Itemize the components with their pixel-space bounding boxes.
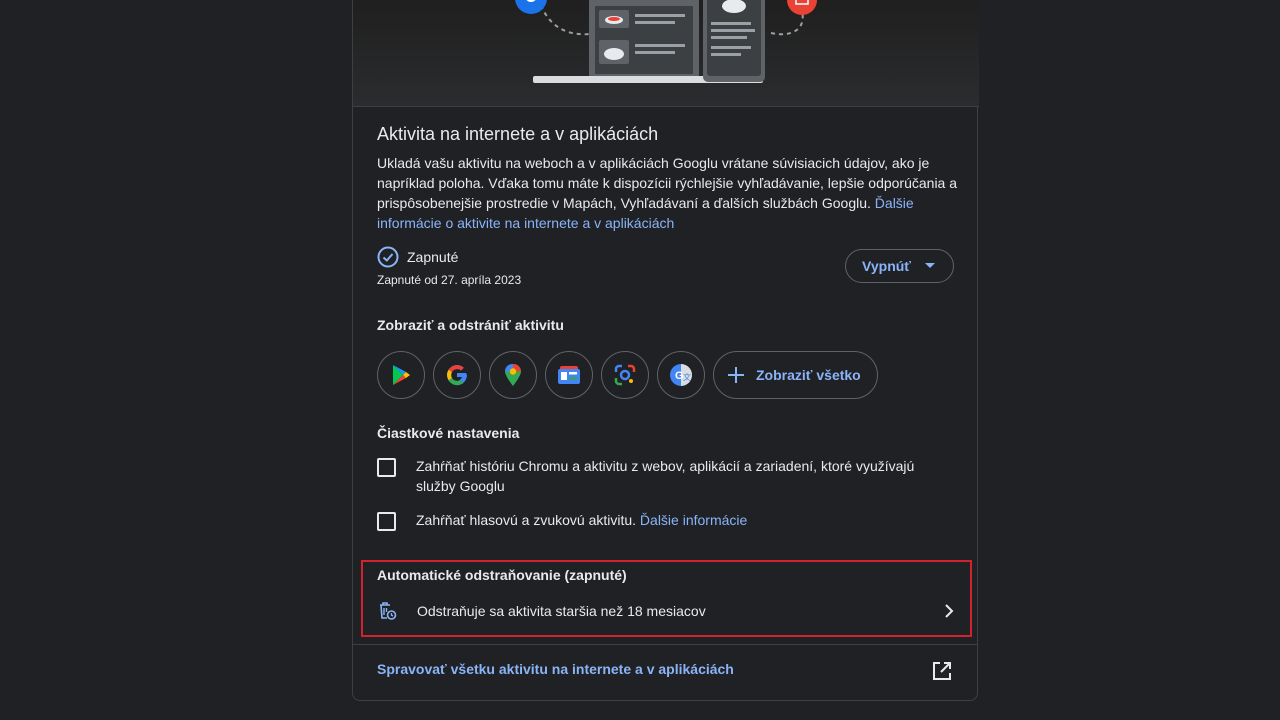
manage-activity-link[interactable]: Spravovať všetku aktivitu na internete a… — [377, 661, 734, 677]
app-list: G 文 Zobraziť všetko — [377, 351, 878, 399]
google-search-button[interactable] — [433, 351, 481, 399]
view-all-button[interactable]: Zobraziť všetko — [713, 351, 878, 399]
auto-delete-description: Odstraňuje sa aktivita staršia než 18 me… — [417, 603, 706, 619]
audio-activity-setting: Zahŕňať hlasovú a zvukovú aktivitu. Ďalš… — [377, 510, 937, 531]
news-bubble-icon — [787, 0, 817, 15]
audio-activity-label: Zahŕňať hlasovú a zvukovú aktivitu. — [416, 512, 637, 528]
hero-illustration — [353, 0, 979, 107]
check-circle-icon — [377, 246, 399, 268]
news-button[interactable] — [545, 351, 593, 399]
status-since: Zapnuté od 27. apríla 2023 — [377, 273, 522, 287]
plus-icon — [728, 367, 744, 383]
maps-icon — [505, 364, 521, 386]
activity-section-title: Zobraziť a odstrániť aktivitu — [377, 317, 564, 333]
chrome-history-setting: Zahŕňať históriu Chromu a aktivitu z web… — [377, 456, 937, 496]
auto-delete-title: Automatické odstraňovanie (zapnuté) — [377, 567, 627, 583]
auto-delete-icon — [380, 602, 397, 620]
chrome-history-label: Zahŕňať históriu Chromu a aktivitu z web… — [416, 458, 915, 494]
status-label: Zapnuté — [407, 249, 459, 265]
dropdown-arrow-icon — [925, 263, 935, 268]
open-in-new-icon[interactable] — [931, 660, 953, 682]
devices-illustration — [515, 0, 817, 83]
news-icon — [558, 366, 580, 384]
turn-off-button[interactable]: Vypnúť — [845, 249, 954, 283]
sub-settings-title: Čiastkové nastavenia — [377, 425, 520, 441]
svg-text:文: 文 — [683, 372, 691, 382]
search-bubble-icon — [515, 0, 547, 14]
chevron-right-icon — [945, 604, 954, 618]
view-all-label: Zobraziť všetko — [756, 367, 861, 383]
page-title: Aktivita na internete a v aplikáciách — [377, 124, 659, 144]
play-store-button[interactable] — [377, 351, 425, 399]
translate-button[interactable]: G 文 — [657, 351, 705, 399]
activity-card: Aktivita na internete a v aplikáciách Uk… — [352, 0, 979, 701]
audio-learn-more-link[interactable]: Ďalšie informácie — [640, 512, 747, 528]
chrome-history-checkbox[interactable] — [377, 458, 396, 477]
description: Ukladá vašu aktivitu na weboch a v aplik… — [377, 153, 957, 233]
translate-icon: G 文 — [670, 364, 692, 386]
divider — [353, 644, 977, 645]
play-store-icon — [393, 365, 410, 385]
status-row: Zapnuté — [377, 246, 458, 268]
auto-delete-row[interactable]: Odstraňuje sa aktivita staršia než 18 me… — [377, 601, 955, 621]
lens-button[interactable] — [601, 351, 649, 399]
description-text: Ukladá vašu aktivitu na weboch a v aplik… — [377, 155, 958, 211]
audio-activity-checkbox[interactable] — [377, 512, 396, 531]
audio-activity-text: Zahŕňať hlasovú a zvukovú aktivitu. Ďalš… — [416, 510, 747, 531]
turn-off-label: Vypnúť — [862, 258, 911, 274]
google-icon — [447, 365, 468, 386]
maps-button[interactable] — [489, 351, 537, 399]
lens-icon — [614, 364, 636, 386]
